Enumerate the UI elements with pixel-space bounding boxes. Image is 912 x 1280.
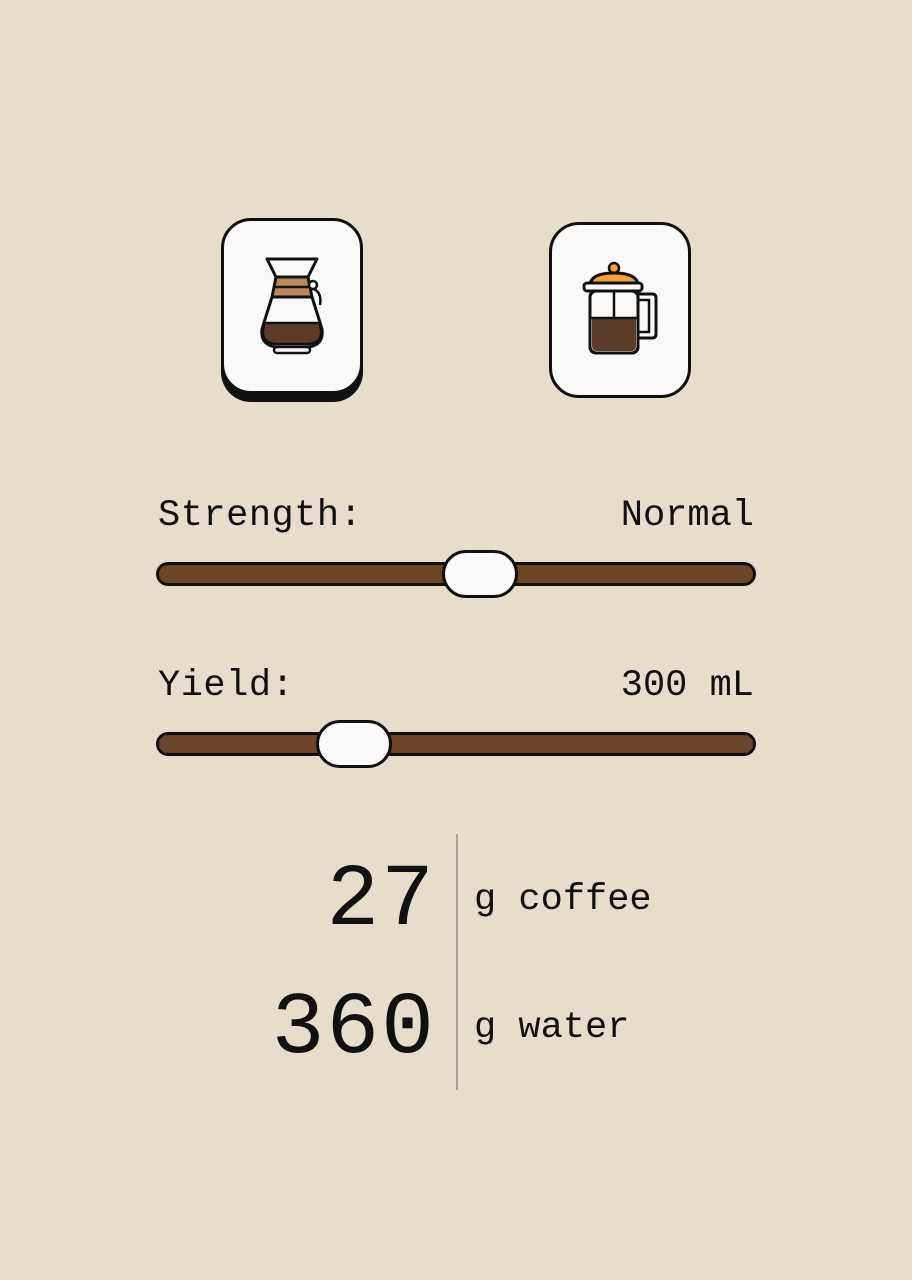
yield-label: Yield: (158, 665, 295, 707)
coffee-amount: 27 (326, 852, 436, 951)
strength-slider-thumb[interactable] (442, 550, 518, 598)
strength-value: Normal (620, 495, 754, 537)
water-amount: 360 (271, 980, 436, 1079)
strength-label: Strength: (158, 495, 363, 537)
chemex-icon (260, 257, 324, 355)
yield-slider-thumb[interactable] (316, 720, 392, 768)
water-unit-label: g water (474, 1007, 630, 1049)
coffee-unit-label: g coffee (474, 879, 652, 921)
result-divider (456, 834, 458, 1090)
yield-slider[interactable] (156, 720, 756, 768)
yield-value: 300 mL (620, 665, 754, 707)
brewer-option-chemex[interactable] (221, 218, 363, 394)
strength-slider[interactable] (156, 550, 756, 598)
brewer-option-french-press[interactable] (549, 222, 691, 398)
french-press-icon (582, 261, 658, 355)
yield-slider-track[interactable] (156, 732, 756, 756)
